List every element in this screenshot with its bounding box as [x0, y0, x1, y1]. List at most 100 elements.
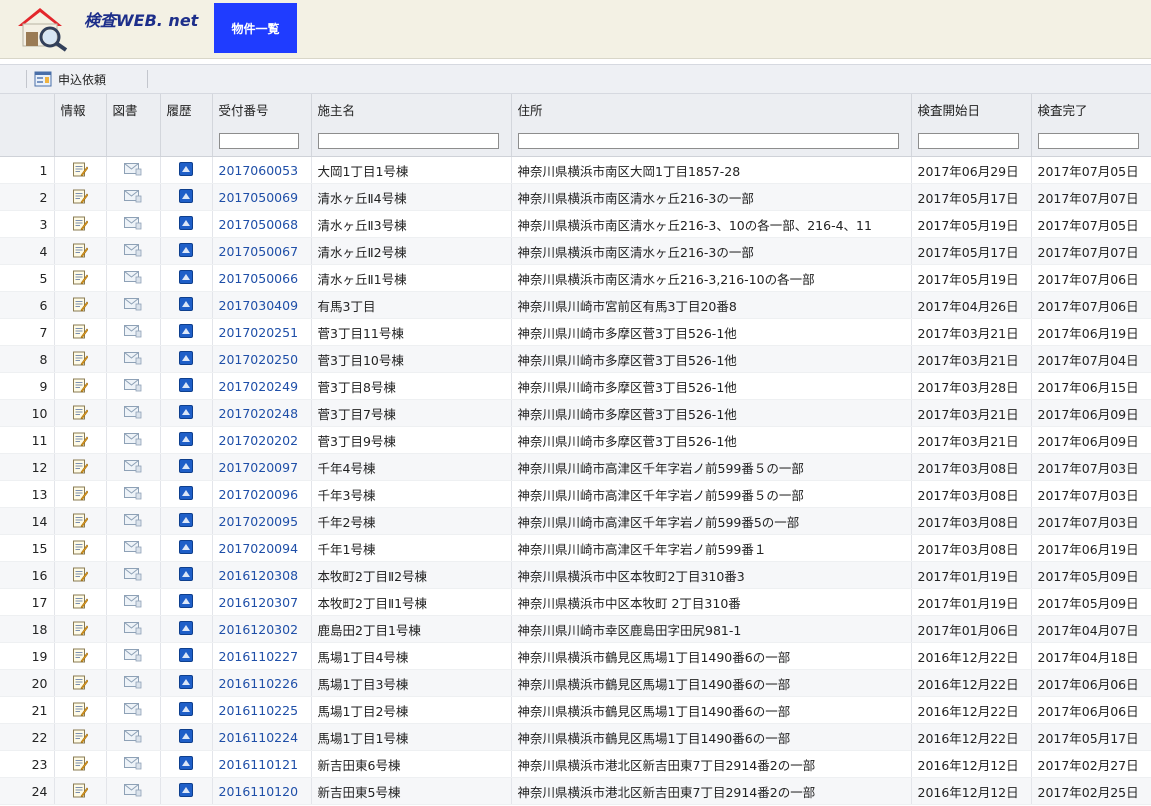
documents-mail-icon[interactable] — [124, 783, 142, 800]
table-row[interactable]: 16 2016120308 本牧町2丁目Ⅱ2号棟 神奈川県横浜市中区本牧町2丁目310… — [0, 561, 1151, 589]
table-row[interactable]: 6 2017030409 有馬3丁目 神奈川県川崎市宮前区有馬3丁目20番8 2017年… — [0, 291, 1151, 319]
table-row[interactable]: 21 2016110225 馬場1丁目2号棟 神奈川県横浜市鶴見区馬場1丁目1490番… — [0, 696, 1151, 724]
receipt-number-link[interactable]: 2017050066 — [212, 264, 312, 292]
history-icon[interactable] — [179, 782, 193, 800]
table-row[interactable]: 13 2017020096 千年3号棟 神奈川県川崎市高津区千年字岩ノ前599番５の一… — [0, 480, 1151, 508]
receipt-number-link[interactable]: 2016110121 — [212, 750, 312, 778]
documents-mail-icon[interactable] — [124, 270, 142, 287]
table-row[interactable]: 3 2017050068 清水ヶ丘Ⅱ3号棟 神奈川県横浜市南区清水ヶ丘216-3、10… — [0, 210, 1151, 238]
column-header-info[interactable]: 情報 — [54, 94, 107, 125]
info-edit-icon[interactable] — [72, 647, 89, 666]
receipt-number-link[interactable]: 2017050069 — [212, 183, 312, 211]
info-edit-icon[interactable] — [72, 728, 89, 747]
info-edit-icon[interactable] — [72, 242, 89, 261]
documents-mail-icon[interactable] — [124, 216, 142, 233]
documents-mail-icon[interactable] — [124, 351, 142, 368]
documents-mail-icon[interactable] — [124, 702, 142, 719]
history-icon[interactable] — [179, 593, 193, 611]
info-edit-icon[interactable] — [72, 701, 89, 720]
column-header-history[interactable]: 履歴 — [160, 94, 213, 125]
receipt-number-link[interactable]: 2016120307 — [212, 588, 312, 616]
documents-mail-icon[interactable] — [124, 675, 142, 692]
receipt-number-link[interactable]: 2017020094 — [212, 534, 312, 562]
receipt-number-link[interactable]: 2017020250 — [212, 345, 312, 373]
table-row[interactable]: 20 2016110226 馬場1丁目3号棟 神奈川県横浜市鶴見区馬場1丁目1490番… — [0, 669, 1151, 697]
history-icon[interactable] — [179, 701, 193, 719]
history-icon[interactable] — [179, 728, 193, 746]
table-row[interactable]: 24 2016110120 新吉田東5号棟 神奈川県横浜市港北区新吉田東7丁目2914… — [0, 777, 1151, 805]
documents-mail-icon[interactable] — [124, 540, 142, 557]
table-row[interactable]: 22 2016110224 馬場1丁目1号棟 神奈川県横浜市鶴見区馬場1丁目1490番… — [0, 723, 1151, 751]
receipt-number-link[interactable]: 2016110224 — [212, 723, 312, 751]
info-edit-icon[interactable] — [72, 269, 89, 288]
column-header-documents[interactable]: 図書 — [106, 94, 161, 125]
history-icon[interactable] — [179, 161, 193, 179]
history-icon[interactable] — [179, 323, 193, 341]
history-icon[interactable] — [179, 485, 193, 503]
documents-mail-icon[interactable] — [124, 486, 142, 503]
receipt-number-link[interactable]: 2016120308 — [212, 561, 312, 589]
history-icon[interactable] — [179, 188, 193, 206]
history-icon[interactable] — [179, 755, 193, 773]
receipt-number-link[interactable]: 2017020097 — [212, 453, 312, 481]
documents-mail-icon[interactable] — [124, 405, 142, 422]
tab-property-list[interactable]: 物件一覧 — [214, 3, 297, 53]
table-row[interactable]: 9 2017020249 菅3丁目8号棟 神奈川県川崎市多摩区菅3丁目526-1他 20… — [0, 372, 1151, 400]
info-edit-icon[interactable] — [72, 566, 89, 585]
history-icon[interactable] — [179, 620, 193, 638]
documents-mail-icon[interactable] — [124, 378, 142, 395]
receipt-number-link[interactable]: 2017030409 — [212, 291, 312, 319]
receipt-number-link[interactable]: 2016120302 — [212, 615, 312, 643]
column-header-address[interactable]: 住所 — [511, 94, 912, 125]
column-header-start-date[interactable]: 検査開始日 — [911, 94, 1032, 125]
column-header-owner[interactable]: 施主名 — [311, 94, 512, 125]
history-icon[interactable] — [179, 647, 193, 665]
receipt-number-link[interactable]: 2016110120 — [212, 777, 312, 805]
documents-mail-icon[interactable] — [124, 243, 142, 260]
apply-request-button[interactable]: 申込依頼 — [34, 69, 106, 89]
info-edit-icon[interactable] — [72, 620, 89, 639]
receipt-number-link[interactable]: 2016110225 — [212, 696, 312, 724]
info-edit-icon[interactable] — [72, 161, 89, 180]
table-row[interactable]: 2 2017050069 清水ヶ丘Ⅱ4号棟 神奈川県横浜市南区清水ヶ丘216-3の一部… — [0, 183, 1151, 211]
receipt-number-link[interactable]: 2017020249 — [212, 372, 312, 400]
table-row[interactable]: 15 2017020094 千年1号棟 神奈川県川崎市高津区千年字岩ノ前599番１ 20… — [0, 534, 1151, 562]
history-icon[interactable] — [179, 539, 193, 557]
info-edit-icon[interactable] — [72, 755, 89, 774]
history-icon[interactable] — [179, 350, 193, 368]
receipt-number-link[interactable]: 2017020248 — [212, 399, 312, 427]
receipt-number-link[interactable]: 2017020251 — [212, 318, 312, 346]
documents-mail-icon[interactable] — [124, 432, 142, 449]
column-header-receipt-no[interactable]: 受付番号 — [212, 94, 312, 125]
documents-mail-icon[interactable] — [124, 297, 142, 314]
documents-mail-icon[interactable] — [124, 513, 142, 530]
info-edit-icon[interactable] — [72, 458, 89, 477]
receipt-number-link[interactable]: 2017020095 — [212, 507, 312, 535]
info-edit-icon[interactable] — [72, 431, 89, 450]
info-edit-icon[interactable] — [72, 404, 89, 423]
info-edit-icon[interactable] — [72, 485, 89, 504]
info-edit-icon[interactable] — [72, 782, 89, 801]
history-icon[interactable] — [179, 377, 193, 395]
history-icon[interactable] — [179, 431, 193, 449]
history-icon[interactable] — [179, 215, 193, 233]
history-icon[interactable] — [179, 404, 193, 422]
info-edit-icon[interactable] — [72, 350, 89, 369]
documents-mail-icon[interactable] — [124, 324, 142, 341]
documents-mail-icon[interactable] — [124, 729, 142, 746]
receipt-no-filter-input[interactable] — [218, 133, 299, 149]
info-edit-icon[interactable] — [72, 674, 89, 693]
history-icon[interactable] — [179, 458, 193, 476]
start-date-filter-input[interactable] — [917, 133, 1019, 149]
table-row[interactable]: 11 2017020202 菅3丁目9号棟 神奈川県川崎市多摩区菅3丁目526-1他 2… — [0, 426, 1151, 454]
info-edit-icon[interactable] — [72, 593, 89, 612]
table-row[interactable]: 18 2016120302 鹿島田2丁目1号棟 神奈川県川崎市幸区鹿島田字田尻981-… — [0, 615, 1151, 643]
documents-mail-icon[interactable] — [124, 567, 142, 584]
info-edit-icon[interactable] — [72, 296, 89, 315]
history-icon[interactable] — [179, 674, 193, 692]
address-filter-input[interactable] — [517, 133, 899, 149]
receipt-number-link[interactable]: 2016110227 — [212, 642, 312, 670]
info-edit-icon[interactable] — [72, 188, 89, 207]
history-icon[interactable] — [179, 512, 193, 530]
history-icon[interactable] — [179, 296, 193, 314]
